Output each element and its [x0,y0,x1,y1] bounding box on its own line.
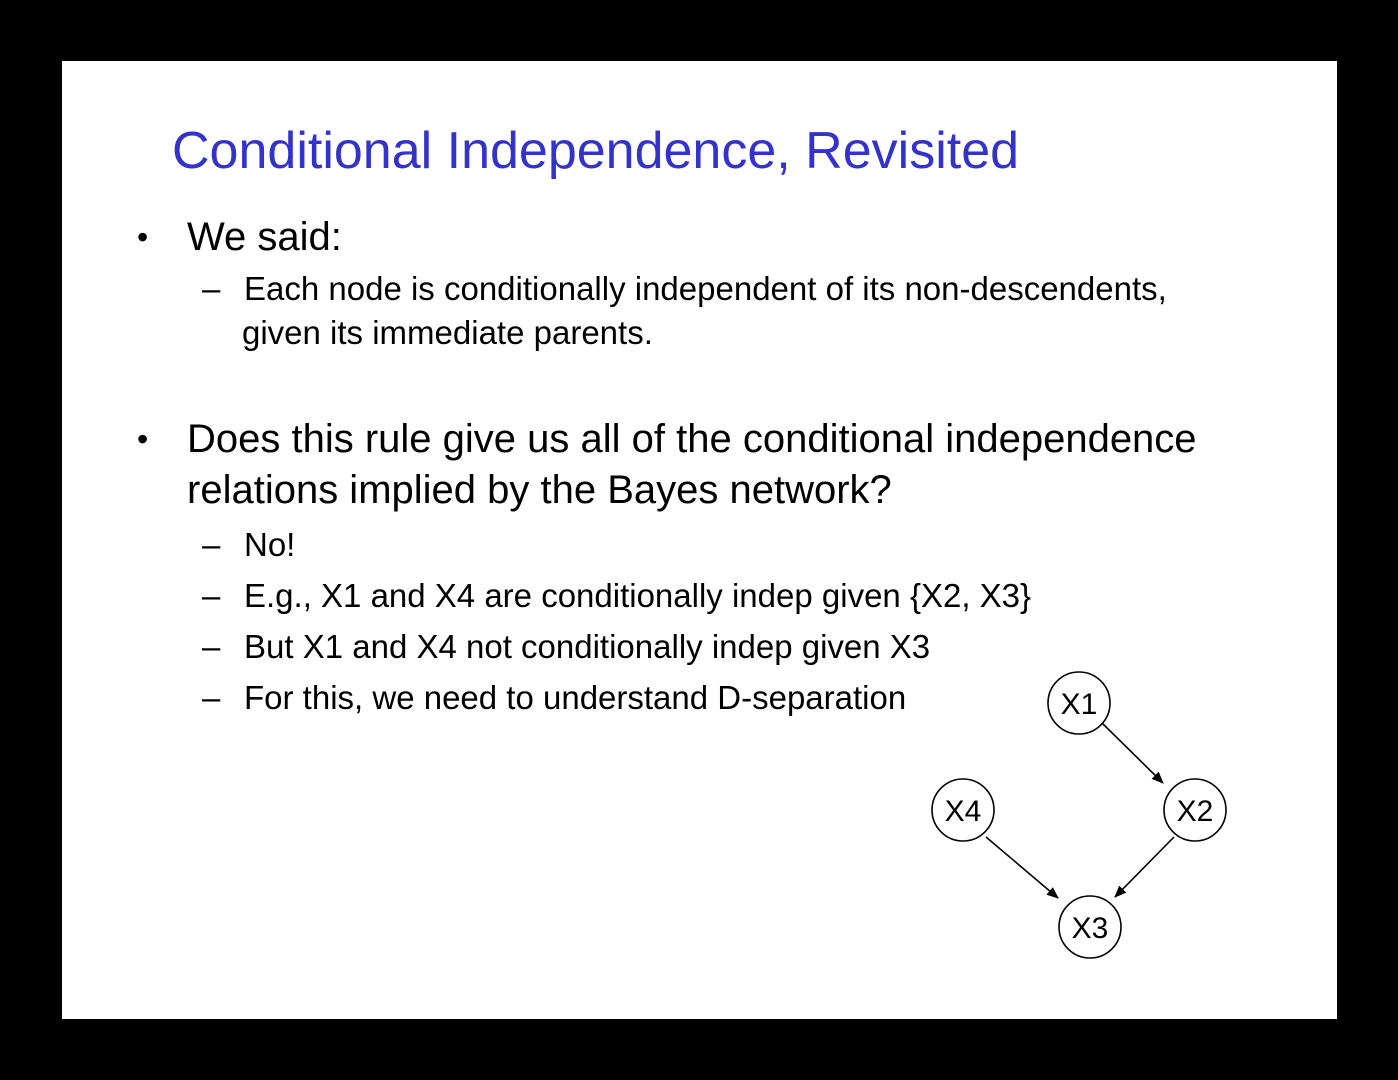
node-x2: X2 [1163,778,1227,842]
bullet-2-line1: Does this rule give us all of the condit… [187,417,1197,461]
sub-item-2-4: – For this, we need to understand D-sepa… [202,676,907,720]
edge-x2-x3 [1114,836,1175,898]
sub-item-2-3-text: But X1 and X4 not conditionally indep gi… [244,628,931,665]
node-x2-label: X2 [1177,795,1214,828]
node-x3: X3 [1058,895,1122,959]
sub-item-2-3: – But X1 and X4 not conditionally indep … [202,625,931,669]
sub-mark: – [202,577,221,614]
sub-item-1-1-line1: Each node is conditionally independent o… [244,270,1167,307]
sub-item-2-1: – No! [202,523,296,567]
slide-title: Conditional Independence, Revisited [172,122,1020,180]
slide: Conditional Independence, Revisited • We… [62,61,1337,1019]
bullet-mark: • [137,219,149,255]
node-x4: X4 [931,778,995,842]
bullet-mark: • [137,421,149,457]
node-x4-label: X4 [945,795,982,828]
sub-mark: – [202,679,221,716]
bullet-2: • Does this rule give us all of the cond… [137,413,1197,465]
bullet-1: • We said: [137,211,342,263]
edge-x4-x3 [985,836,1059,899]
node-x3-label: X3 [1072,912,1109,945]
sub-item-2-2: – E.g., X1 and X4 are conditionally inde… [202,574,1032,618]
edge-x1-x2 [1101,722,1164,784]
bullet-2-line2: relations implied by the Bayes network? [187,468,892,512]
sub-item-1-1: – Each node is conditionally independent… [202,267,1167,311]
sub-item-2-1-text: No! [244,526,296,563]
bullet-1-text: We said: [187,215,342,259]
sub-mark: – [202,628,221,665]
sub-mark: – [202,526,221,563]
sub-item-1-1-line2: given its immediate parents. [242,314,653,351]
sub-item-2-4-text: For this, we need to understand D-separa… [244,679,907,716]
sub-item-2-2-text: E.g., X1 and X4 are conditionally indep … [244,577,1032,614]
sub-mark: – [202,270,221,307]
node-x1: X1 [1047,671,1111,735]
node-x1-label: X1 [1061,688,1098,721]
